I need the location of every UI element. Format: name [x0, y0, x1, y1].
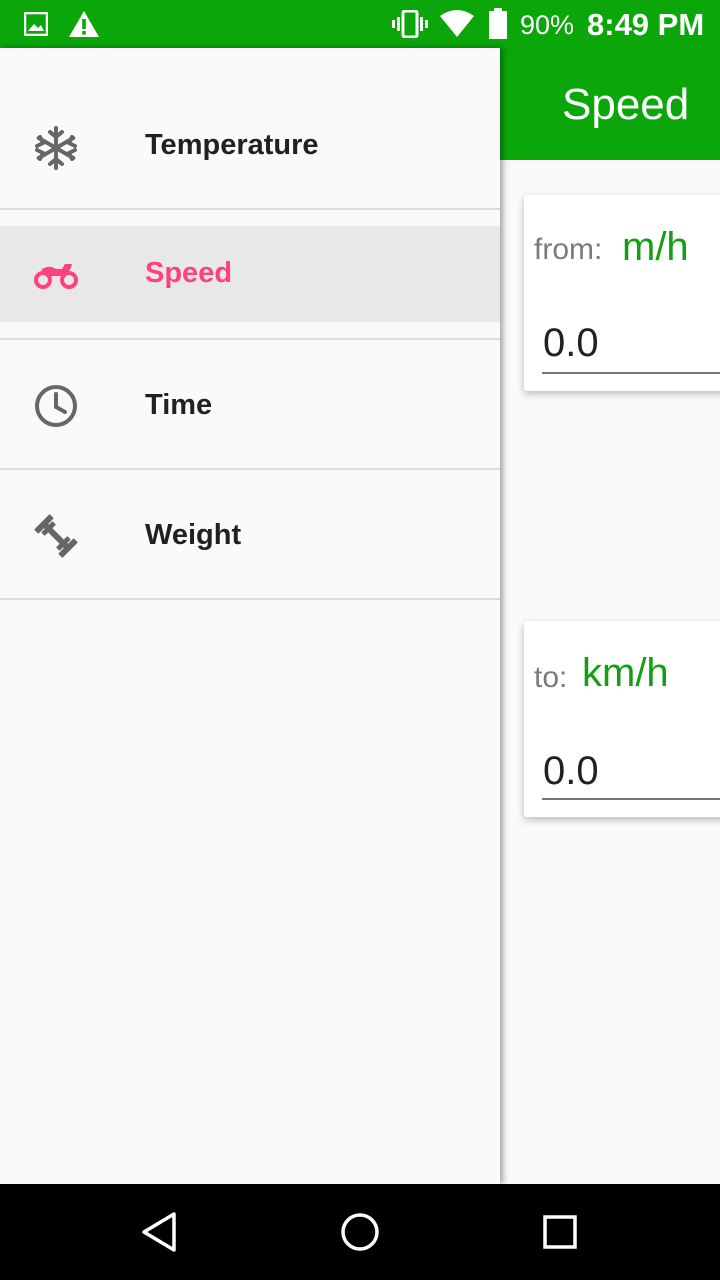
from-input-underline — [542, 372, 720, 374]
snowflake-icon — [35, 126, 77, 170]
navigation-drawer: Temperature Speed Time Weight — [0, 48, 500, 1184]
divider — [0, 468, 500, 470]
from-unit-selector[interactable]: m/h — [622, 225, 689, 270]
back-icon[interactable] — [136, 1208, 184, 1256]
drawer-item-speed[interactable]: Speed — [0, 226, 500, 322]
divider — [0, 598, 500, 600]
status-time: 8:49 PM — [587, 7, 705, 42]
divider — [0, 208, 500, 210]
drawer-item-label: Time — [145, 389, 213, 421]
drawer-item-weight[interactable]: Weight — [0, 488, 500, 584]
drawer-item-label: Speed — [145, 257, 233, 289]
to-unit-selector[interactable]: km/h — [582, 651, 669, 696]
from-value-input[interactable]: 0.0 — [543, 321, 599, 366]
drawer-item-label: Temperature — [145, 129, 319, 161]
drawer-item-time[interactable]: Time — [0, 358, 500, 454]
from-label: from: — [534, 233, 603, 266]
battery-icon — [489, 8, 507, 39]
divider — [0, 338, 500, 340]
battery-percent: 90% — [520, 10, 575, 40]
to-label: to: — [534, 661, 568, 694]
wifi-icon — [440, 10, 474, 37]
system-navigation-bar — [0, 1184, 720, 1280]
motorcycle-icon — [34, 264, 78, 289]
image-icon — [24, 12, 48, 36]
clock-icon — [35, 385, 77, 427]
app-screen: 90% 8:49 PM Speed from: m/h 0.0 to: km/h… — [0, 0, 720, 1280]
vibrate-icon — [392, 10, 428, 38]
drawer-item-label: Weight — [145, 519, 242, 551]
drawer-item-temperature[interactable]: Temperature — [0, 98, 500, 194]
page-title: Speed — [562, 80, 690, 129]
to-value-input[interactable]: 0.0 — [543, 749, 599, 794]
dumbbell-icon — [34, 514, 78, 558]
recents-icon[interactable] — [536, 1208, 584, 1256]
status-bar: 90% 8:49 PM — [0, 0, 720, 48]
home-icon[interactable] — [336, 1208, 384, 1256]
to-input-underline — [542, 798, 720, 800]
to-card: to: km/h 0.0 — [524, 621, 720, 817]
warning-icon — [69, 11, 99, 37]
from-card: from: m/h 0.0 — [524, 195, 720, 391]
